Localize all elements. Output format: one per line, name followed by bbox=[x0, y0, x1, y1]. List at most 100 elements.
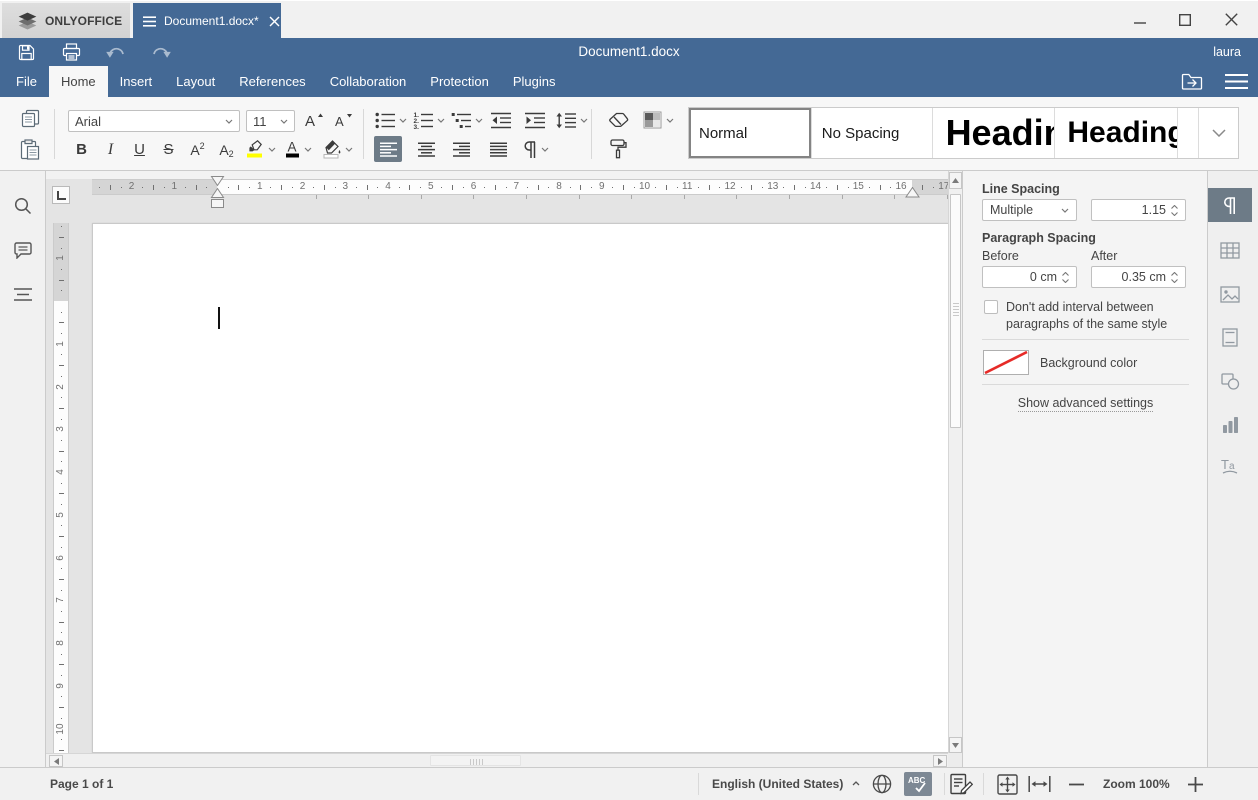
spacing-before-spinner[interactable]: 0 cm bbox=[982, 266, 1077, 288]
line-spacing-select[interactable]: Multiple bbox=[982, 199, 1077, 221]
style-normal[interactable]: Normal bbox=[689, 108, 812, 158]
shading-color-button[interactable] bbox=[318, 137, 356, 162]
tab-collaboration[interactable]: Collaboration bbox=[318, 66, 419, 97]
advanced-settings-link[interactable]: Show advanced settings bbox=[963, 396, 1208, 412]
scroll-left-button[interactable] bbox=[49, 755, 63, 767]
vruler-tick bbox=[59, 707, 64, 709]
align-right-button[interactable] bbox=[447, 136, 475, 162]
fit-to-width-button[interactable] bbox=[1028, 774, 1051, 794]
vruler-number: 9 bbox=[55, 682, 66, 689]
justify-button[interactable] bbox=[484, 136, 512, 162]
window-minimize-button[interactable] bbox=[1125, 1, 1155, 38]
vertical-scrollbar[interactable] bbox=[948, 171, 962, 753]
hruler-tick bbox=[441, 187, 443, 188]
font-color-button[interactable]: A bbox=[280, 137, 316, 162]
copy-button[interactable] bbox=[14, 105, 46, 131]
font-name-combo[interactable]: Arial bbox=[68, 110, 240, 132]
open-file-location-button[interactable] bbox=[1170, 72, 1214, 91]
decrease-indent-button[interactable] bbox=[487, 108, 515, 132]
search-icon[interactable] bbox=[0, 188, 45, 224]
italic-button[interactable]: I bbox=[97, 137, 124, 162]
window-close-button[interactable] bbox=[1216, 1, 1246, 38]
scroll-down-button[interactable] bbox=[949, 737, 962, 753]
interval-checkbox-label[interactable]: Don't add interval between paragraphs of… bbox=[1006, 299, 1174, 333]
multilevel-list-button[interactable] bbox=[449, 108, 485, 132]
increase-indent-button[interactable] bbox=[521, 108, 549, 132]
zoom-out-button[interactable] bbox=[1069, 777, 1084, 792]
line-spacing-value-spinner[interactable]: 1.15 bbox=[1091, 199, 1186, 221]
style-heading-2[interactable]: Heading 2 bbox=[1055, 108, 1179, 158]
vertical-ruler[interactable]: 1 1 2 3 4 5 6 7 8 9 10 bbox=[53, 223, 69, 767]
fit-to-page-button[interactable] bbox=[997, 774, 1018, 795]
hruler-tick bbox=[163, 187, 165, 188]
table-settings-icon[interactable] bbox=[1208, 233, 1252, 267]
styles-gallery-expand-button[interactable] bbox=[1199, 108, 1239, 158]
tab-insert[interactable]: Insert bbox=[108, 66, 165, 97]
bullets-button[interactable] bbox=[372, 108, 409, 132]
scroll-up-button[interactable] bbox=[949, 172, 962, 189]
nonprinting-characters-button[interactable] bbox=[518, 136, 554, 162]
underline-button[interactable]: U bbox=[126, 137, 153, 162]
scroll-right-button[interactable] bbox=[933, 755, 947, 767]
superscript-button[interactable]: A2 bbox=[184, 137, 211, 162]
paragraph-settings-icon[interactable] bbox=[1208, 188, 1252, 222]
window-maximize-button[interactable] bbox=[1170, 1, 1200, 38]
paste-button[interactable] bbox=[14, 135, 46, 163]
paragraph-spacing-label: Paragraph Spacing bbox=[982, 231, 1096, 245]
language-selector[interactable]: English (United States) bbox=[712, 768, 843, 800]
spacing-after-spinner[interactable]: 0.35 cm bbox=[1091, 266, 1186, 288]
ribbon-tabs: File Home Insert Layout References Colla… bbox=[0, 66, 1258, 97]
line-spacing-button[interactable] bbox=[553, 108, 591, 132]
interval-checkbox[interactable] bbox=[984, 300, 998, 314]
numbering-button[interactable]: 1. 2. 3. bbox=[411, 108, 447, 132]
style-no-spacing[interactable]: No Spacing bbox=[811, 108, 933, 158]
align-left-button[interactable] bbox=[374, 136, 402, 162]
page-indicator[interactable]: Page 1 of 1 bbox=[50, 768, 113, 800]
hruler-tick bbox=[697, 187, 699, 188]
text-art-settings-icon[interactable]: Ta bbox=[1208, 449, 1252, 483]
right-indent-marker[interactable] bbox=[905, 187, 920, 198]
header-menu-icon[interactable] bbox=[1214, 73, 1258, 90]
document-tab[interactable]: Document1.docx* bbox=[133, 3, 281, 39]
tab-stop-selector[interactable] bbox=[52, 186, 70, 204]
tab-layout[interactable]: Layout bbox=[164, 66, 227, 97]
document-page[interactable] bbox=[92, 223, 948, 753]
tab-plugins[interactable]: Plugins bbox=[501, 66, 568, 97]
background-color-swatch[interactable] bbox=[983, 350, 1029, 375]
copy-style-button[interactable] bbox=[603, 136, 633, 162]
clear-style-button[interactable] bbox=[603, 108, 633, 132]
subscript-button[interactable]: A2 bbox=[213, 137, 240, 162]
increase-font-button[interactable]: A bbox=[300, 108, 328, 132]
shape-settings-icon[interactable] bbox=[1208, 364, 1252, 398]
paragraph-color-button[interactable] bbox=[638, 108, 678, 132]
font-size-combo[interactable]: 11 bbox=[246, 110, 295, 132]
image-settings-icon[interactable] bbox=[1208, 277, 1252, 311]
hruler-number: 3 bbox=[342, 181, 349, 192]
track-changes-button[interactable] bbox=[950, 773, 973, 795]
tab-protection[interactable]: Protection bbox=[418, 66, 501, 97]
tab-file[interactable]: File bbox=[4, 66, 49, 97]
align-center-button[interactable] bbox=[412, 136, 440, 162]
zoom-level[interactable]: Zoom 100% bbox=[1103, 768, 1170, 800]
tab-close-icon[interactable] bbox=[269, 16, 280, 27]
set-language-globe-icon[interactable] bbox=[872, 774, 892, 794]
strikethrough-button[interactable]: S bbox=[155, 137, 182, 162]
chart-settings-icon[interactable] bbox=[1208, 407, 1252, 441]
header-footer-settings-icon[interactable] bbox=[1208, 320, 1252, 354]
style-heading-1[interactable]: Heading 1 bbox=[932, 108, 1056, 158]
vertical-scroll-thumb[interactable] bbox=[950, 194, 961, 428]
horizontal-scrollbar[interactable] bbox=[46, 753, 948, 767]
comments-icon[interactable] bbox=[0, 232, 45, 268]
tab-home[interactable]: Home bbox=[48, 66, 108, 97]
decrease-font-button[interactable]: A bbox=[330, 108, 358, 132]
navigation-icon[interactable] bbox=[0, 276, 45, 312]
bold-button[interactable]: B bbox=[68, 137, 95, 162]
highlight-color-button[interactable] bbox=[242, 137, 278, 162]
horizontal-scroll-thumb[interactable] bbox=[430, 755, 521, 766]
hruler-tick bbox=[783, 187, 785, 188]
user-name[interactable]: laura bbox=[1213, 38, 1241, 66]
spell-checking-button[interactable]: ABC bbox=[904, 772, 932, 796]
indent-markers[interactable] bbox=[210, 176, 225, 212]
tab-references[interactable]: References bbox=[227, 66, 317, 97]
zoom-in-button[interactable] bbox=[1188, 777, 1203, 792]
